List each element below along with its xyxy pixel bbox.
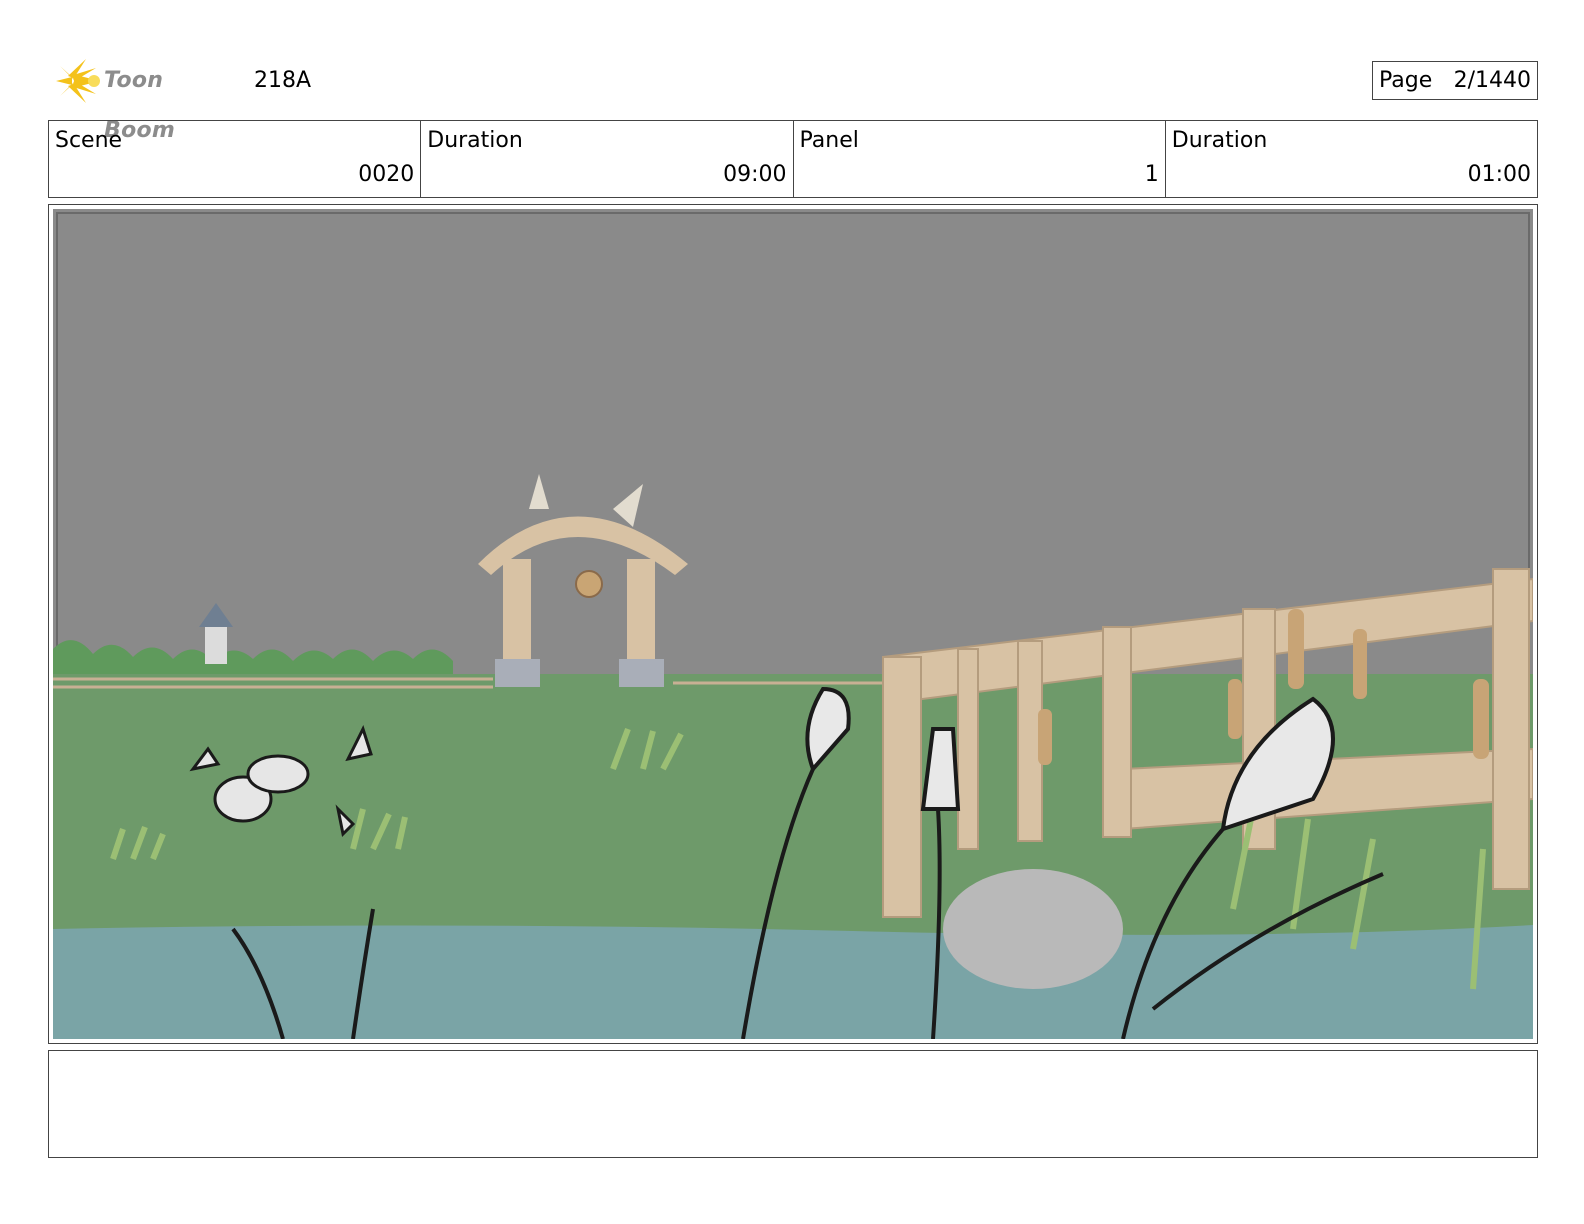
toon-boom-logo: Toon Boom — [52, 56, 242, 143]
panel-value: 1 — [1144, 162, 1159, 187]
panel-label: Panel — [799, 128, 859, 153]
scene-value: 0020 — [358, 162, 415, 187]
scene-info-table: Scene 0020 Duration 09:00 Panel 1 Durati… — [48, 120, 1538, 198]
scene-duration-value: 09:00 — [723, 162, 787, 187]
scene-label: Scene — [55, 128, 123, 153]
panel-duration-cell: Duration 01:00 — [1166, 121, 1537, 197]
scene-duration-cell: Duration 09:00 — [421, 121, 794, 197]
notes-area — [48, 1050, 1538, 1158]
panel-duration-label: Duration — [1171, 128, 1268, 153]
panel-artwork — [53, 209, 1533, 1039]
panel-cell: Panel 1 — [794, 121, 1166, 197]
page-label: Page — [1379, 68, 1433, 93]
scene-duration-label: Duration — [427, 128, 523, 153]
rock — [943, 869, 1123, 989]
scene-cell: Scene 0020 — [49, 121, 422, 197]
page-indicator: Page 2/1440 — [1372, 61, 1538, 100]
panel-duration-value: 01:00 — [1467, 162, 1531, 187]
pond — [53, 925, 1533, 1039]
storyboard-panel — [48, 204, 1538, 1044]
page-number: 2/1440 — [1453, 68, 1531, 93]
sunburst-icon — [56, 59, 100, 103]
board-id: 218A — [254, 68, 312, 93]
scene-illustration — [53, 209, 1533, 1039]
